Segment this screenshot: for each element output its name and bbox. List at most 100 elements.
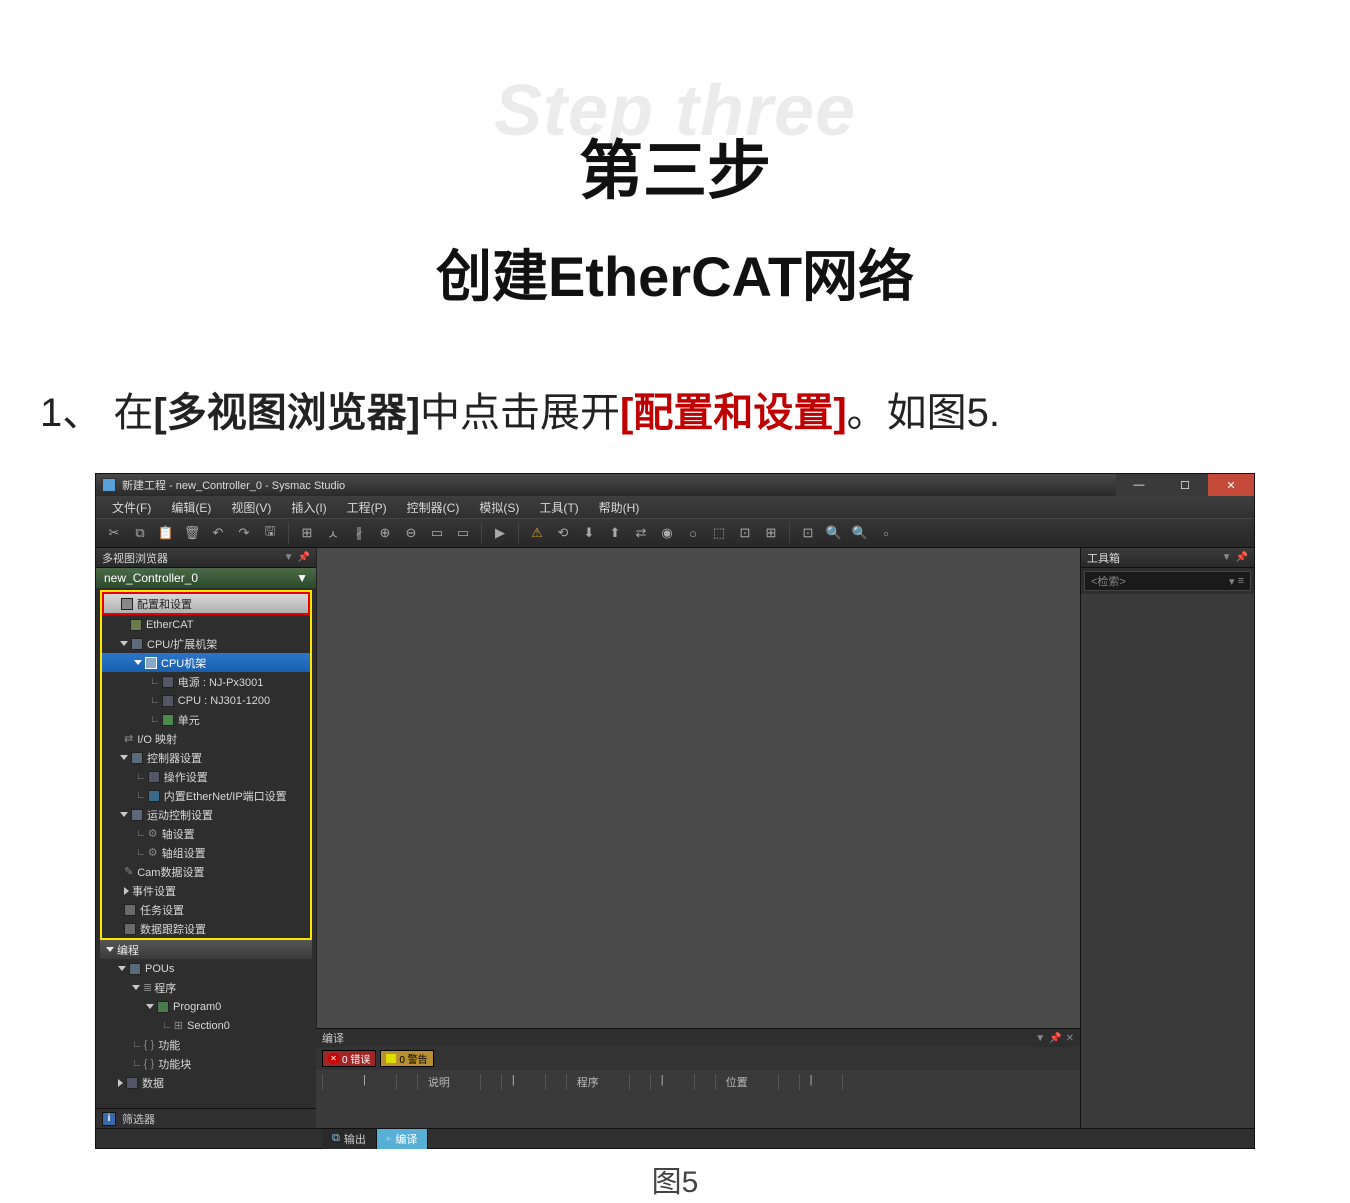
tree-enip[interactable]: ∟内置EtherNet/IP端口设置	[102, 786, 310, 805]
tb-redo-icon[interactable]: ↷	[232, 521, 256, 545]
tree-cam-label: Cam数据设置	[137, 864, 204, 880]
window-title: 新建工程 - new_Controller_0 - Sysmac Studio	[122, 477, 345, 493]
dropdown-icon[interactable]: ▼	[284, 552, 294, 563]
error-count-badge[interactable]: ✕0 错误	[322, 1050, 376, 1067]
tb-ul-icon[interactable]: ⬆	[603, 521, 627, 545]
tree-enip-label: 内置EtherNet/IP端口设置	[164, 788, 287, 804]
dropdown-icon[interactable]: ▼	[1222, 552, 1232, 563]
filter-icon[interactable]: ≡	[1238, 575, 1244, 588]
tree-programming-label: 编程	[117, 942, 139, 958]
tb-ladder-icon[interactable]: ⊞	[295, 521, 319, 545]
multiview-browser-title: 多视图浏览器 ▼📌	[96, 548, 316, 568]
close-button[interactable]: ✕	[1208, 474, 1254, 496]
tree-config-and-setup[interactable]: 配置和设置	[104, 594, 308, 613]
close-icon[interactable]: ✕	[1066, 1033, 1074, 1044]
tree-io-map[interactable]: ⇄I/O 映射	[102, 729, 310, 748]
minimize-button[interactable]: —	[1116, 474, 1162, 496]
tree-unit[interactable]: ∟单元	[102, 710, 310, 729]
tree-cpu-rack[interactable]: CPU/扩展机架	[102, 634, 310, 653]
tb-contact-icon[interactable]: ㅅ	[321, 521, 345, 545]
tree-funcblk-label: 功能块	[158, 1056, 191, 1072]
tb-func-icon[interactable]: ▭	[425, 521, 449, 545]
tab-output[interactable]: ⧉输出	[322, 1129, 377, 1149]
instr-highlight-config: [配置和设置]	[620, 391, 847, 435]
tb-funcn-icon[interactable]: ▭	[451, 521, 475, 545]
pin-icon[interactable]: 📌	[298, 552, 310, 563]
tab-output-label: 输出	[344, 1131, 366, 1147]
tree-ethercat[interactable]: EtherCAT	[102, 615, 310, 634]
filter-bar[interactable]: i 筛选器	[96, 1108, 316, 1128]
menu-file[interactable]: 文件(F)	[104, 497, 159, 518]
tree-motion[interactable]: 运动控制设置	[102, 805, 310, 824]
maximize-button[interactable]: ☐	[1162, 474, 1208, 496]
tree-programming-header[interactable]: 编程	[100, 940, 312, 959]
tb-100pct-icon[interactable]: ▫	[874, 521, 898, 545]
menu-simulate[interactable]: 模拟(S)	[471, 497, 527, 518]
tree-pous[interactable]: POUs	[96, 959, 316, 978]
instr-num: 1、	[40, 391, 102, 435]
tb-dl-icon[interactable]: ⬇	[577, 521, 601, 545]
tb-undo-icon[interactable]: ↶	[206, 521, 230, 545]
tb-misc1-icon[interactable]: ⊡	[733, 521, 757, 545]
tb-misc2-icon[interactable]: ⊞	[759, 521, 783, 545]
tree-program0[interactable]: Program0	[96, 997, 316, 1016]
menu-project[interactable]: 工程(P)	[339, 497, 395, 518]
pin-icon[interactable]: 📌	[1049, 1033, 1061, 1044]
tree-event[interactable]: 事件设置	[102, 881, 310, 900]
menu-help[interactable]: 帮助(H)	[591, 497, 648, 518]
dropdown-icon[interactable]: ▼	[1035, 1033, 1045, 1044]
tb-cut-icon[interactable]: ✂	[102, 521, 126, 545]
tree-data[interactable]: 数据	[96, 1073, 316, 1092]
tree-io-map-label: I/O 映射	[137, 731, 177, 747]
tree-controller-setup[interactable]: 控制器设置	[102, 748, 310, 767]
tree-task[interactable]: 任务设置	[102, 900, 310, 919]
instr-seg-e: 。如图5.	[847, 391, 1000, 435]
tb-copy-icon[interactable]: ⧉	[128, 521, 152, 545]
tree-funcblk[interactable]: ∟{ }功能块	[96, 1054, 316, 1073]
menu-view[interactable]: 视图(V)	[223, 497, 279, 518]
controller-selector[interactable]: new_Controller_0 ▼	[96, 568, 316, 588]
menu-insert[interactable]: 插入(I)	[283, 497, 334, 518]
tree-section0[interactable]: ∟⊞Section0	[96, 1016, 316, 1035]
tree-op-setup-label: 操作设置	[164, 769, 208, 785]
tree-trace[interactable]: 数据跟踪设置	[102, 919, 310, 938]
tree-programs[interactable]: ≣程序	[96, 978, 316, 997]
tree-op-setup[interactable]: ∟操作设置	[102, 767, 310, 786]
tb-mon-icon[interactable]: ◉	[655, 521, 679, 545]
tb-sim-icon[interactable]: ▶	[488, 521, 512, 545]
tb-zoom-in-icon[interactable]: 🔍	[822, 521, 846, 545]
menu-edit[interactable]: 编辑(E)	[163, 497, 219, 518]
workspace-area: 编译 ▼📌✕ ✕0 错误 0 警告 | 说明 | 程序 | 位置 |	[316, 548, 1080, 1128]
tb-ncoil-icon[interactable]: ⊖	[399, 521, 423, 545]
tab-compile[interactable]: ▸编译	[377, 1129, 429, 1149]
tree-axis[interactable]: ∟⚙轴设置	[102, 824, 310, 843]
warning-count-badge[interactable]: 0 警告	[380, 1050, 433, 1067]
pin-icon[interactable]: 📌	[1236, 552, 1248, 563]
tb-cut2-icon[interactable]: ∦	[347, 521, 371, 545]
warning-triangle-icon	[386, 1054, 396, 1063]
tree-func[interactable]: ∟{ }功能	[96, 1035, 316, 1054]
tree-cam[interactable]: ✎Cam数据设置	[102, 862, 310, 881]
tb-stop-icon[interactable]: ⬚	[707, 521, 731, 545]
chevron-down-icon[interactable]: ▾	[1229, 575, 1235, 588]
tree-cpu[interactable]: ∟CPU : NJ301-1200	[102, 691, 310, 710]
toolbox-search[interactable]: <检索> ▾≡	[1084, 571, 1251, 591]
tree-cpu-rack-sub[interactable]: CPU机架	[102, 653, 310, 672]
tb-cmp-icon[interactable]: ⇄	[629, 521, 653, 545]
tb-save-icon[interactable]: 🖫	[258, 521, 282, 545]
menu-tools[interactable]: 工具(T)	[531, 497, 586, 518]
tb-run-icon[interactable]: ○	[681, 521, 705, 545]
tb-delete-icon[interactable]: 🗑	[180, 521, 204, 545]
tb-coil-icon[interactable]: ⊕	[373, 521, 397, 545]
toolbox-title-label: 工具箱	[1087, 550, 1120, 566]
tb-paste-icon[interactable]: 📋	[154, 521, 178, 545]
tb-zoom-out-icon[interactable]: 🔍	[848, 521, 872, 545]
menu-controller[interactable]: 控制器(C)	[399, 497, 468, 518]
tb-sync-icon[interactable]: ⟲	[551, 521, 575, 545]
app-icon	[102, 478, 116, 492]
tree-axis-grp[interactable]: ∟⚙轴组设置	[102, 843, 310, 862]
tree-power[interactable]: ∟电源 : NJ-Px3001	[102, 672, 310, 691]
toolbox-search-placeholder: <检索>	[1091, 573, 1126, 589]
tb-zoom-fit-icon[interactable]: ⊡	[796, 521, 820, 545]
tb-warn-icon[interactable]: ⚠	[525, 521, 549, 545]
